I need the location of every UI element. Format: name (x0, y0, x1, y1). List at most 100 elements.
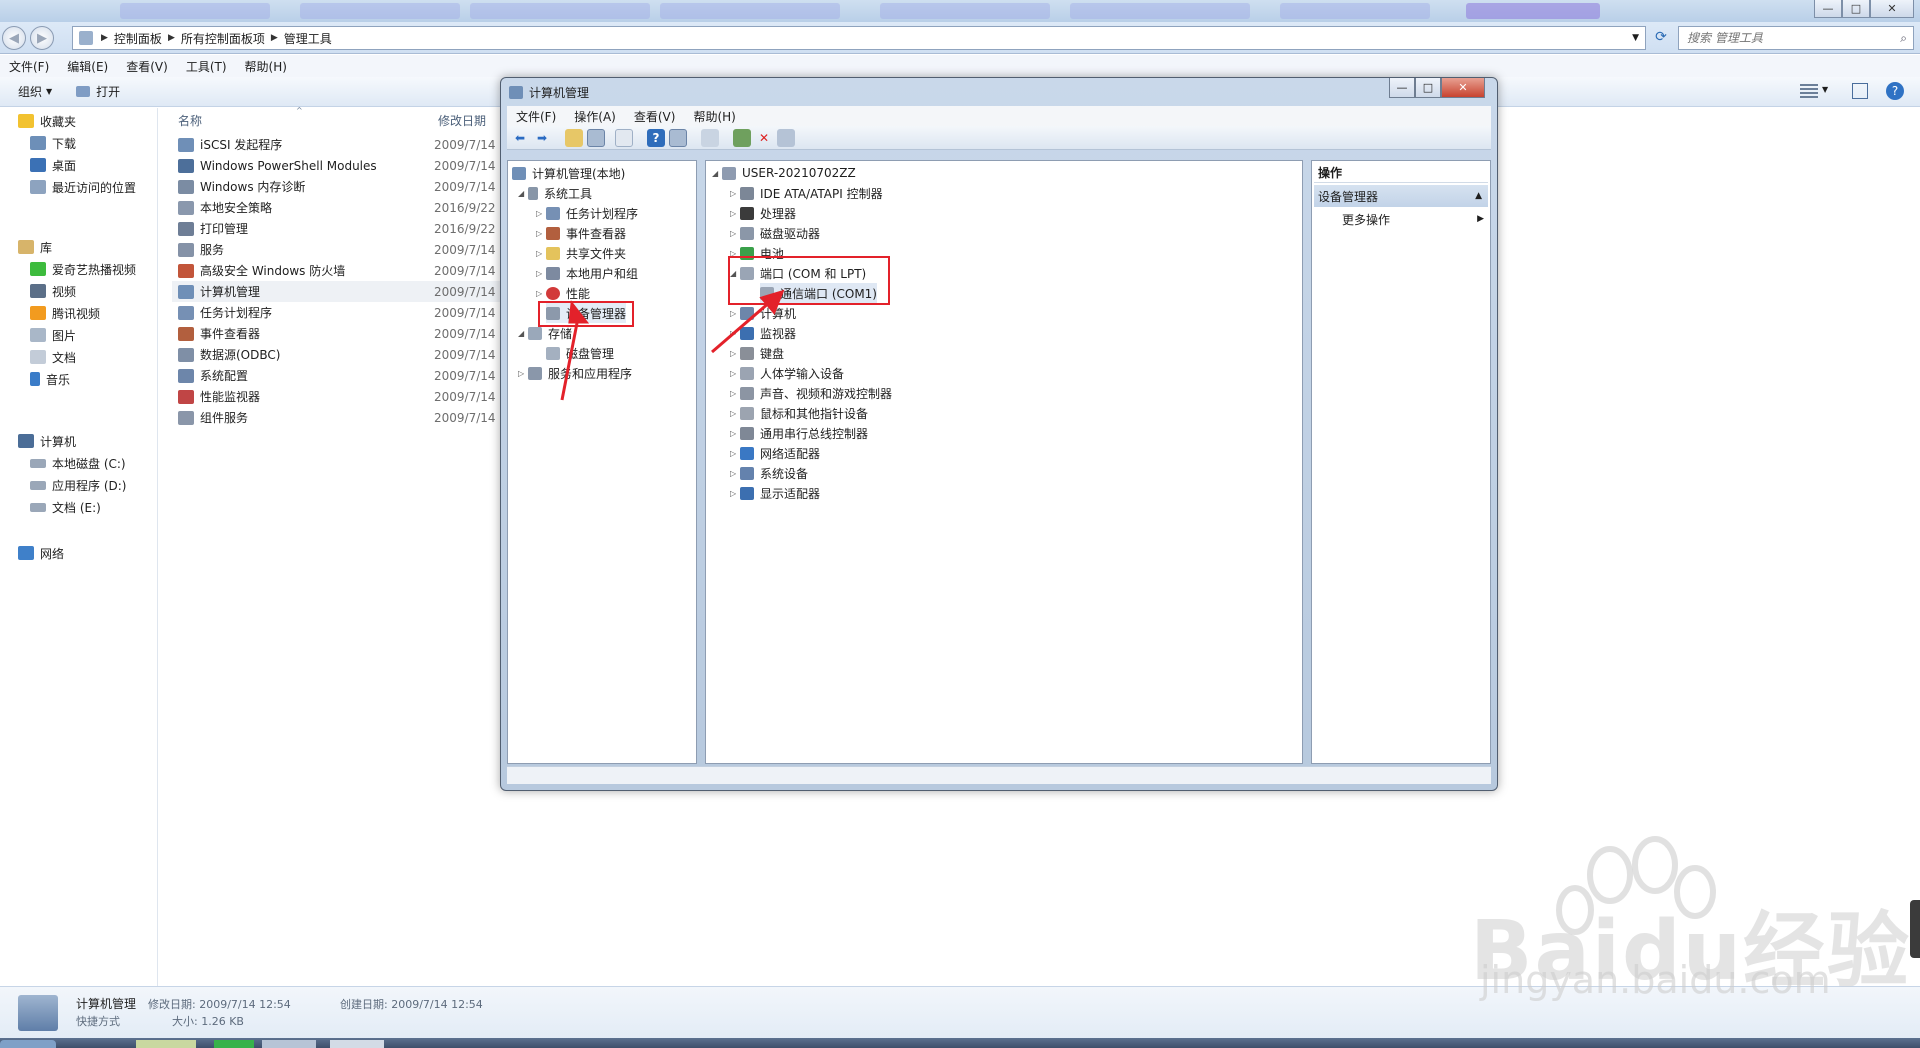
expand-arrow-icon[interactable]: ▷ (730, 429, 740, 438)
expand-arrow-icon[interactable]: ▷ (730, 389, 740, 398)
search-box[interactable]: ⌕ (1678, 26, 1914, 50)
expand-arrow-icon[interactable]: ▷ (536, 269, 546, 278)
breadcrumb-all-items[interactable]: 所有控制面板项 (177, 30, 269, 47)
expand-arrow-icon[interactable]: ▷ (536, 249, 546, 258)
collapse-arrow-icon[interactable]: ◢ (518, 189, 528, 198)
start-button[interactable] (0, 1040, 56, 1048)
preview-pane-icon[interactable] (1852, 83, 1868, 99)
expand-arrow-icon[interactable]: ▷ (730, 469, 740, 478)
expand-arrow-icon[interactable]: ▷ (730, 329, 740, 338)
actions-section-device-manager[interactable]: 设备管理器 ▲ (1314, 185, 1488, 207)
tree-task-scheduler[interactable]: ▷ 任务计划程序 (536, 203, 638, 223)
taskbar-app[interactable] (262, 1040, 316, 1048)
properties-icon[interactable] (669, 128, 687, 147)
tree-shared-folders[interactable]: ▷ 共享文件夹 (536, 243, 626, 263)
device-category[interactable]: ▷ 鼠标和其他指针设备 (730, 403, 868, 423)
device-category[interactable]: ▷ 监视器 (730, 323, 796, 343)
tree-services-apps[interactable]: ▷ 服务和应用程序 (518, 363, 632, 383)
up-folder-icon[interactable] (565, 128, 583, 147)
tree-root[interactable]: 计算机管理(本地) (512, 163, 625, 183)
show-hide-tree-icon[interactable] (587, 128, 605, 147)
cm-menu-help[interactable]: 帮助(H) (684, 108, 744, 125)
cm-close-button[interactable]: ✕ (1441, 78, 1485, 98)
maximize-button[interactable]: □ (1842, 0, 1870, 18)
uninstall-device-icon[interactable]: ✕ (755, 129, 773, 147)
nav-recent[interactable]: 最近访问的位置 (30, 176, 136, 198)
nav-drive-d[interactable]: 应用程序 (D:) (30, 474, 126, 496)
tree-local-users[interactable]: ▷ 本地用户和组 (536, 263, 638, 283)
help-icon[interactable]: ? (1886, 82, 1904, 100)
device-category[interactable]: ▷ 键盘 (730, 343, 784, 363)
device-category[interactable]: ▷ IDE ATA/ATAPI 控制器 (730, 183, 883, 203)
help-icon[interactable]: ? (647, 128, 665, 147)
open-button[interactable]: 打开 (64, 83, 132, 100)
nav-tencent-video[interactable]: 腾讯视频 (30, 302, 100, 324)
nav-computer[interactable]: 计算机 (18, 430, 76, 452)
taskbar-app[interactable] (136, 1040, 196, 1048)
collapse-up-icon[interactable]: ▲ (1475, 191, 1482, 201)
expand-arrow-icon[interactable]: ▷ (536, 289, 546, 298)
breadcrumb-control-panel[interactable]: 控制面板 (110, 30, 166, 47)
update-driver-icon[interactable] (733, 128, 751, 147)
nav-drive-c[interactable]: 本地磁盘 (C:) (30, 452, 126, 474)
expand-arrow-icon[interactable]: ▷ (730, 409, 740, 418)
view-options-icon[interactable] (1800, 84, 1818, 98)
nav-downloads[interactable]: 下载 (30, 132, 76, 154)
cm-menu-view[interactable]: 查看(V) (625, 108, 685, 125)
cm-minimize-button[interactable]: — (1389, 78, 1415, 98)
device-computer-node[interactable]: ◢ USER-20210702ZZ (712, 163, 856, 183)
tree-event-viewer[interactable]: ▷ 事件查看器 (536, 223, 626, 243)
nav-libraries[interactable]: 库 (18, 236, 52, 258)
device-category[interactable]: ▷ 网络适配器 (730, 443, 820, 463)
chevron-down-icon[interactable]: ▼ (1822, 85, 1828, 94)
expand-arrow-icon[interactable]: ▷ (518, 369, 528, 378)
nav-drive-e[interactable]: 文档 (E:) (30, 496, 101, 518)
tree-system-tools[interactable]: ◢ 系统工具 (518, 183, 592, 203)
expand-arrow-icon[interactable]: ▷ (730, 229, 740, 238)
forward-button[interactable]: ▶ (30, 26, 54, 50)
expand-arrow-icon[interactable]: ▷ (730, 309, 740, 318)
expand-arrow-icon[interactable]: ▷ (730, 489, 740, 498)
collapse-arrow-icon[interactable]: ◢ (518, 329, 528, 338)
nav-desktop[interactable]: 桌面 (30, 154, 76, 176)
menu-edit[interactable]: 编辑(E) (58, 58, 117, 75)
tree-performance[interactable]: ▷ 性能 (536, 283, 590, 303)
cm-maximize-button[interactable]: □ (1415, 78, 1441, 98)
taskbar-app[interactable] (214, 1040, 254, 1048)
nav-music[interactable]: 音乐 (30, 368, 70, 390)
menu-view[interactable]: 查看(V) (117, 58, 177, 75)
expand-arrow-icon[interactable]: ▷ (536, 229, 546, 238)
address-bar[interactable]: ▶ 控制面板 ▶ 所有控制面板项 ▶ 管理工具 ▼ (72, 26, 1646, 50)
device-category[interactable]: ▷ 处理器 (730, 203, 796, 223)
menu-tools[interactable]: 工具(T) (177, 58, 236, 75)
cm-menu-action[interactable]: 操作(A) (565, 108, 625, 125)
nav-videos[interactable]: 视频 (30, 280, 76, 302)
taskbar-app[interactable] (330, 1040, 384, 1048)
device-category[interactable]: ▷ 通用串行总线控制器 (730, 423, 868, 443)
enable-device-icon[interactable] (777, 128, 795, 147)
export-list-icon[interactable] (615, 128, 633, 147)
side-scroll-handle[interactable] (1910, 900, 1920, 958)
expand-arrow-icon[interactable]: ▷ (730, 189, 740, 198)
menu-help[interactable]: 帮助(H) (236, 58, 296, 75)
column-header-name[interactable]: 名称 (178, 108, 202, 132)
minimize-button[interactable]: — (1814, 0, 1842, 18)
expand-arrow-icon[interactable]: ▷ (536, 209, 546, 218)
back-button[interactable]: ◀ (2, 26, 26, 50)
expand-arrow-icon[interactable]: ▷ (730, 209, 740, 218)
back-arrow-icon[interactable]: ⬅ (511, 129, 529, 147)
actions-more[interactable]: 更多操作 ▶ (1342, 209, 1490, 229)
search-input[interactable] (1685, 30, 1885, 46)
device-category[interactable]: ▷ 声音、视频和游戏控制器 (730, 383, 892, 403)
menu-file[interactable]: 文件(F) (0, 58, 58, 75)
forward-arrow-icon[interactable]: ➡ (533, 129, 551, 147)
collapse-arrow-icon[interactable]: ◢ (712, 169, 722, 178)
organize-button[interactable]: 组织 ▼ (6, 83, 64, 100)
nav-favorites[interactable]: 收藏夹 (18, 110, 76, 132)
expand-arrow-icon[interactable]: ▷ (730, 369, 740, 378)
column-header-modified[interactable]: 修改日期 (438, 108, 486, 132)
device-category[interactable]: ▷ 显示适配器 (730, 483, 820, 503)
breadcrumb-admin-tools[interactable]: 管理工具 (280, 30, 336, 47)
close-button[interactable]: ✕ (1870, 0, 1914, 18)
refresh-icon[interactable]: ⟳ (1650, 29, 1672, 47)
